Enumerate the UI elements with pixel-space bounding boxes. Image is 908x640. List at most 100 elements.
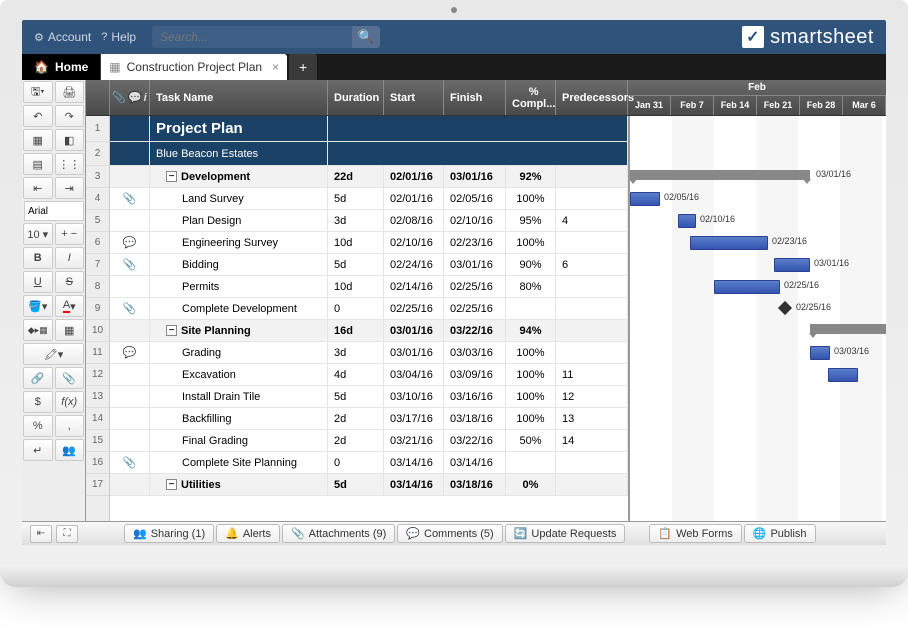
gantt-bar[interactable] [810, 346, 830, 360]
cell-pred[interactable] [556, 188, 628, 209]
cell-pred[interactable]: 13 [556, 408, 628, 429]
row-number[interactable]: 8 [86, 276, 109, 298]
search-input[interactable] [152, 26, 352, 48]
italic-button[interactable]: I [55, 247, 85, 269]
table-row[interactable]: Excavation4d03/04/1603/09/16100%11 [110, 364, 628, 386]
currency-button[interactable]: $ [23, 391, 53, 413]
gantt-bar[interactable] [630, 192, 660, 206]
cell-complete[interactable]: 0% [506, 474, 556, 495]
gantt-bar[interactable] [774, 258, 810, 272]
cell-complete[interactable]: 100% [506, 232, 556, 253]
table-row[interactable]: 📎Complete Site Planning003/14/1603/14/16 [110, 452, 628, 474]
row-number[interactable]: 14 [86, 408, 109, 430]
cell-pred[interactable] [556, 298, 628, 319]
gantt-button[interactable]: ◧ [55, 129, 85, 151]
table-row[interactable]: Final Grading2d03/21/1603/22/1650%14 [110, 430, 628, 452]
cell-duration[interactable]: 2d [328, 430, 384, 451]
table-row[interactable]: 📎Complete Development002/25/1602/25/16 [110, 298, 628, 320]
account-link[interactable]: ⚙Account [34, 30, 91, 44]
sharing-button[interactable]: 👥Sharing (1) [124, 524, 214, 543]
text-color-button[interactable]: A▾ [55, 295, 85, 317]
cell-duration[interactable]: 2d [328, 408, 384, 429]
cell-complete[interactable]: 100% [506, 364, 556, 385]
cell-pred[interactable] [556, 276, 628, 297]
row-number[interactable]: 12 [86, 364, 109, 386]
cell-duration[interactable]: 0 [328, 452, 384, 473]
cell-duration[interactable]: 5d [328, 188, 384, 209]
font-select[interactable] [24, 201, 84, 221]
indent-button[interactable]: ⇥ [55, 177, 85, 199]
font-grow-button[interactable]: + − [55, 223, 85, 245]
gantt-bar[interactable] [828, 368, 858, 382]
collapse-icon[interactable]: − [166, 325, 177, 336]
cell-pred[interactable]: 6 [556, 254, 628, 275]
cell-start[interactable]: 02/08/16 [384, 210, 444, 231]
attach-icon[interactable]: 📎 [123, 302, 137, 315]
col-predecessors[interactable]: Predecessors [556, 80, 628, 115]
cell-finish[interactable]: 03/01/16 [444, 254, 506, 275]
cell-duration[interactable]: 10d [328, 276, 384, 297]
cell-pred[interactable]: 11 [556, 364, 628, 385]
search-button[interactable]: 🔍 [352, 26, 380, 48]
table-row[interactable]: 📎Bidding5d02/24/1603/01/1690%6 [110, 254, 628, 276]
add-tab-button[interactable]: + [289, 54, 317, 80]
outdent-button[interactable]: ⇤ [23, 177, 53, 199]
bold-button[interactable]: B [23, 247, 53, 269]
table-row[interactable]: 💬Engineering Survey10d02/10/1602/23/1610… [110, 232, 628, 254]
col-start[interactable]: Start [384, 80, 444, 115]
cell-finish[interactable]: 03/16/16 [444, 386, 506, 407]
table-row[interactable]: −Site Planning16d03/01/1603/22/1694% [110, 320, 628, 342]
cell-pred[interactable] [556, 166, 628, 187]
cell-start[interactable]: 03/04/16 [384, 364, 444, 385]
table-row[interactable]: −Utilities5d03/14/1603/18/160% [110, 474, 628, 496]
conditional-format-button[interactable]: ◆▸▦ [23, 319, 53, 341]
percent-button[interactable]: % [23, 415, 53, 437]
cell-complete[interactable]: 100% [506, 408, 556, 429]
cell-duration[interactable]: 4d [328, 364, 384, 385]
table-row[interactable]: −Development22d02/01/1603/01/1692% [110, 166, 628, 188]
cell-finish[interactable]: 02/05/16 [444, 188, 506, 209]
cell-complete[interactable]: 92% [506, 166, 556, 187]
attachments-button[interactable]: 📎Attachments (9) [282, 524, 395, 543]
cell-complete[interactable]: 80% [506, 276, 556, 297]
row-number[interactable]: 17 [86, 474, 109, 496]
cell-start[interactable]: 03/21/16 [384, 430, 444, 451]
cell-duration[interactable]: 3d [328, 210, 384, 231]
decimal-button[interactable]: , [55, 415, 85, 437]
col-complete[interactable]: % Compl... [506, 80, 556, 115]
cell-start[interactable]: 03/14/16 [384, 474, 444, 495]
cell-complete[interactable]: 100% [506, 386, 556, 407]
row-number[interactable]: 16 [86, 452, 109, 474]
attach-icon[interactable]: 📎 [123, 258, 137, 271]
project-subtitle[interactable]: Blue Beacon Estates [150, 142, 328, 165]
cell-pred[interactable]: 14 [556, 430, 628, 451]
cell-complete[interactable]: 50% [506, 430, 556, 451]
comment-icon[interactable]: 💬 [123, 236, 137, 249]
cell-finish[interactable]: 03/09/16 [444, 364, 506, 385]
home-tab[interactable]: 🏠Home [22, 54, 101, 80]
cell-duration[interactable]: 3d [328, 342, 384, 363]
attach-icon[interactable]: 📎 [123, 456, 137, 469]
cell-start[interactable]: 02/10/16 [384, 232, 444, 253]
cell-start[interactable]: 02/14/16 [384, 276, 444, 297]
cell-finish[interactable]: 02/25/16 [444, 298, 506, 319]
wrap-button[interactable]: ↵ [23, 439, 53, 461]
table-row[interactable]: Plan Design3d02/08/1602/10/1695%4 [110, 210, 628, 232]
col-finish[interactable]: Finish [444, 80, 506, 115]
cell-finish[interactable]: 03/18/16 [444, 408, 506, 429]
collapse-left-icon[interactable]: ⇤ [30, 525, 52, 543]
gantt-bar[interactable] [714, 280, 780, 294]
font-size-button[interactable]: 10 ▾ [23, 223, 53, 245]
attach-icon[interactable]: 📎 [123, 192, 137, 205]
undo-button[interactable]: ↶ [23, 105, 53, 127]
comment-icon[interactable]: 💬 [123, 346, 137, 359]
table-row[interactable]: Permits10d02/14/1602/25/1680% [110, 276, 628, 298]
table-row[interactable]: 📎Land Survey5d02/01/1602/05/16100% [110, 188, 628, 210]
row-number[interactable]: 10 [86, 320, 109, 342]
row-number[interactable]: 5 [86, 210, 109, 232]
publish-button[interactable]: 🌐Publish [744, 524, 816, 543]
cell-finish[interactable]: 03/03/16 [444, 342, 506, 363]
calendar-button[interactable]: ▦ [23, 129, 53, 151]
cell-duration[interactable]: 5d [328, 474, 384, 495]
row-number[interactable]: 3 [86, 166, 109, 188]
